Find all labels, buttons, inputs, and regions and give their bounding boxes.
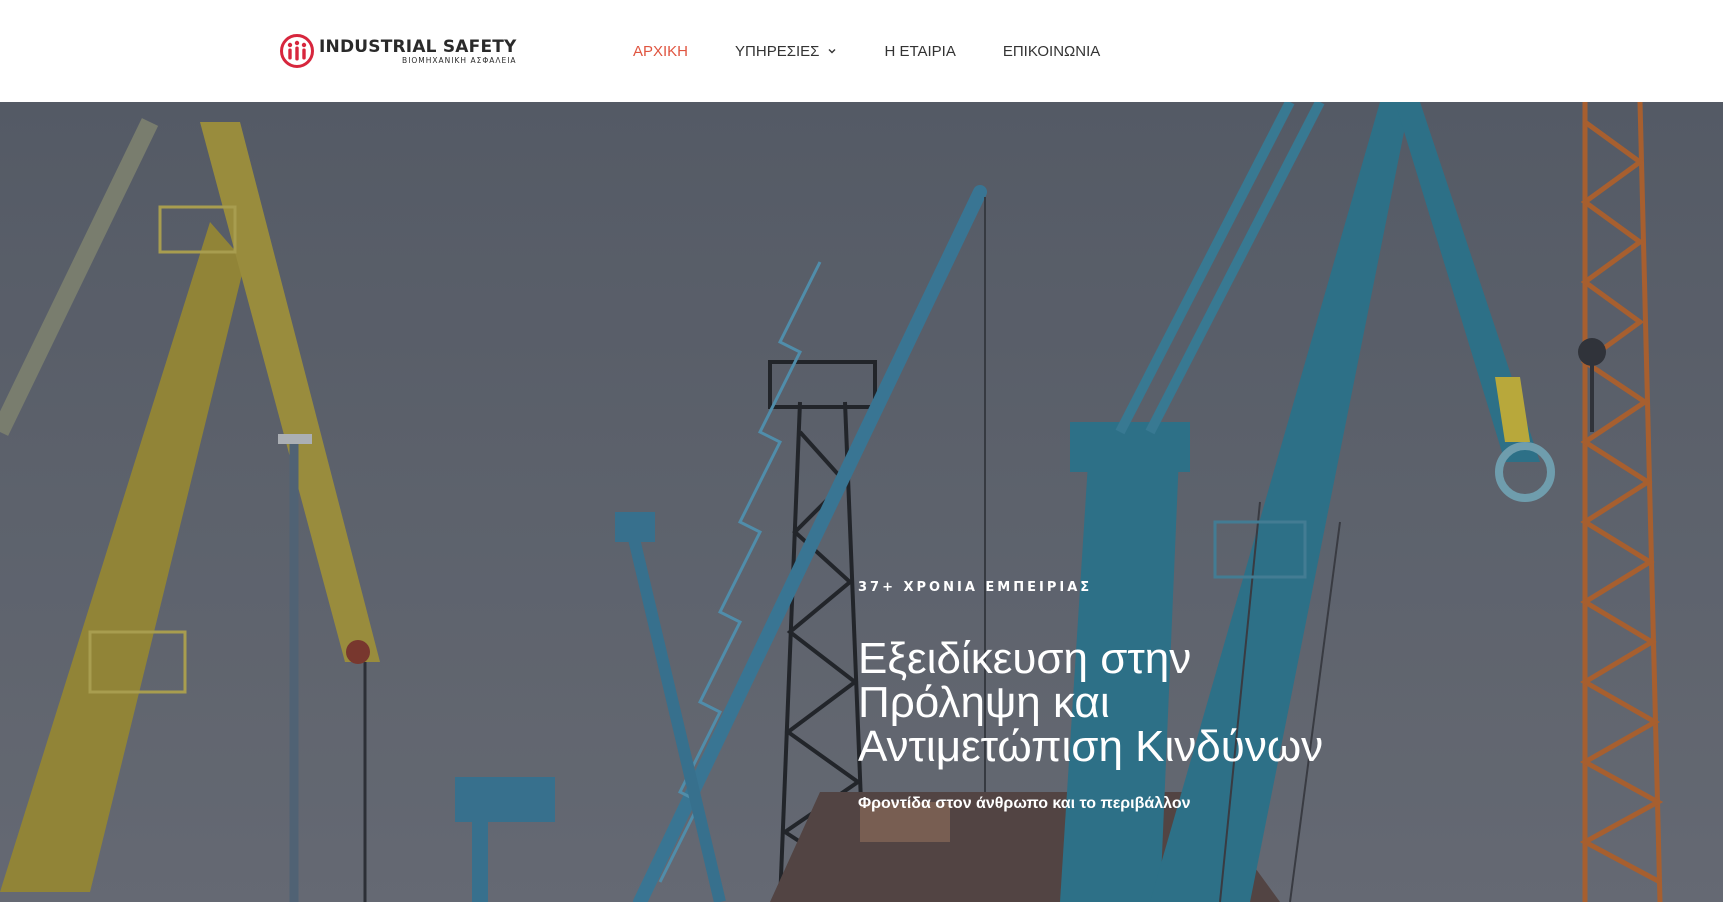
site-header: INDUSTRIAL SAFETY ΒΙΟΜΗΧΑΝΙΚΗ ΑΣΦΑΛΕΙΑ Α… <box>0 0 1723 102</box>
nav-item-home[interactable]: ΑΡΧΙΚΗ <box>633 43 688 60</box>
logo-text: INDUSTRIAL SAFETY ΒΙΟΜΗΧΑΝΙΚΗ ΑΣΦΑΛΕΙΑ <box>319 38 517 65</box>
hero-headline: Εξειδίκευση στην Πρόληψη και Αντιμετώπισ… <box>858 634 1324 771</box>
hero-section: 37+ ΧΡΟΝΙΑ ΕΜΠΕΙΡΙΑΣ Εξειδίκευση στην Πρ… <box>0 102 1723 902</box>
hero-content: 37+ ΧΡΟΝΙΑ ΕΜΠΕΙΡΙΑΣ Εξειδίκευση στην Πρ… <box>858 580 1418 813</box>
nav-item-company[interactable]: Η ΕΤΑΙΡΙΑ <box>884 43 955 60</box>
main-nav: ΑΡΧΙΚΗ ΥΠΗΡΕΣΙΕΣ Η ΕΤΑΙΡΙΑ ΕΠΙΚΟΙΝΩΝΙΑ <box>633 0 1147 102</box>
logo-subtitle: ΒΙΟΜΗΧΑΝΙΚΗ ΑΣΦΑΛΕΙΑ <box>402 55 517 65</box>
site-logo[interactable]: INDUSTRIAL SAFETY ΒΙΟΜΗΧΑΝΙΚΗ ΑΣΦΑΛΕΙΑ <box>279 32 517 70</box>
hero-tagline: Φροντίδα στον άνθρωπο και το περιβάλλον <box>858 795 1191 812</box>
chevron-down-icon <box>828 49 836 54</box>
nav-item-services[interactable]: ΥΠΗΡΕΣΙΕΣ <box>735 43 837 60</box>
hero-eyebrow: 37+ ΧΡΟΝΙΑ ΕΜΠΕΙΡΙΑΣ <box>858 580 1093 595</box>
nav-item-services-label: ΥΠΗΡΕΣΙΕΣ <box>735 42 820 60</box>
people-circle-icon <box>280 34 314 68</box>
logo-title: INDUSTRIAL SAFETY <box>319 36 517 57</box>
nav-item-contact[interactable]: ΕΠΙΚΟΙΝΩΝΙΑ <box>1003 43 1100 60</box>
